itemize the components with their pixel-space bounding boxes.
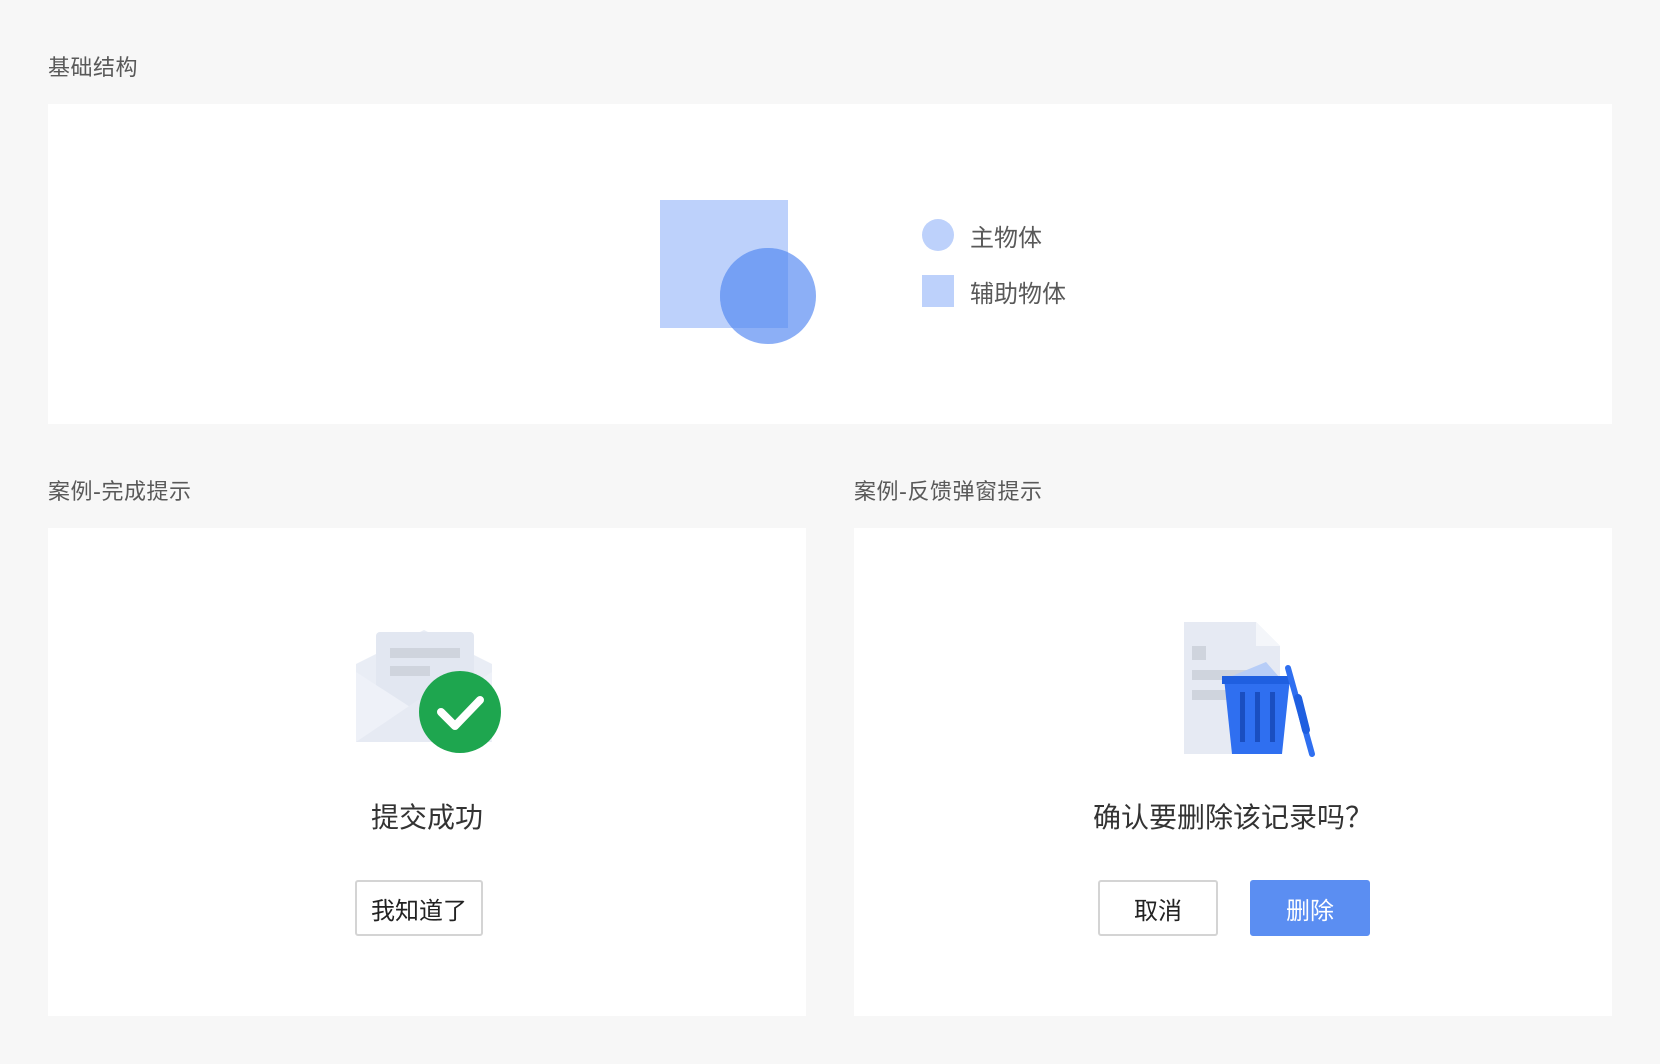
document-trash-icon: [1184, 622, 1315, 757]
overlap-region: [720, 248, 816, 344]
section-title-complete: 案例-完成提示: [48, 480, 192, 505]
basic-structure-panel: 主物体 辅助物体: [48, 104, 1612, 424]
legend-item-main: 主物体: [922, 219, 1066, 252]
delete-button[interactable]: 删除: [1250, 880, 1370, 936]
cancel-button[interactable]: 取消: [1098, 880, 1218, 936]
section-title-basic: 基础结构: [48, 56, 139, 81]
legend-item-auxiliary: 辅助物体: [922, 275, 1066, 308]
legend-label: 主物体: [970, 223, 1042, 252]
legend: 主物体 辅助物体: [922, 219, 1066, 331]
envelope-check-icon: [356, 630, 501, 753]
confirm-delete-message: 确认要删除该记录吗？: [1092, 801, 1373, 834]
circle-marker-icon: [922, 219, 954, 251]
legend-label: 辅助物体: [970, 279, 1066, 308]
acknowledge-button[interactable]: 我知道了: [355, 880, 483, 936]
feedback-example-panel: 确认要删除该记录吗？ 取消 删除: [854, 528, 1612, 1016]
success-message: 提交成功: [370, 801, 483, 834]
complete-example-panel: 提交成功 我知道了: [48, 528, 806, 1016]
section-title-feedback: 案例-反馈弹窗提示: [854, 480, 1043, 505]
structure-diagram: [660, 200, 820, 350]
square-marker-icon: [922, 275, 954, 307]
